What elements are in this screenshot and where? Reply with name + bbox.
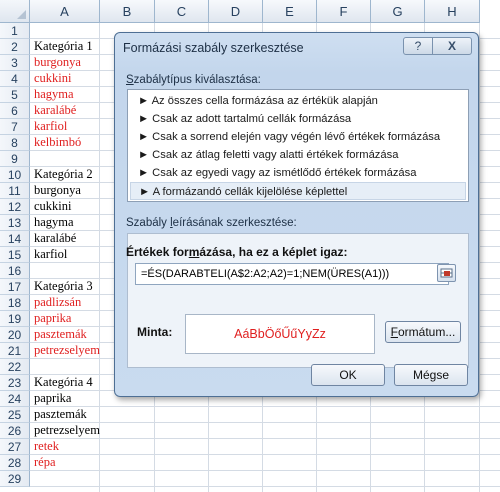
format-preview: AáBbÖőŰűYyZz <box>185 314 375 354</box>
cell-a24[interactable]: paprika <box>34 390 71 406</box>
select-all-corner[interactable] <box>0 0 30 23</box>
row-header[interactable]: 24 <box>0 391 30 407</box>
cell-a2[interactable]: Kategória 1 <box>34 38 93 54</box>
rule-type-option[interactable]: ► A formázandó cellák kijelölése képlett… <box>130 182 466 200</box>
rule-type-label: Szabálytípus kiválasztása: <box>126 74 261 86</box>
row-header[interactable]: 7 <box>0 119 30 135</box>
column-header-g[interactable]: G <box>371 0 425 23</box>
preview-label: Minta: <box>137 325 173 339</box>
cell-a26[interactable]: petrezselyem <box>34 422 100 438</box>
gridline-horizontal <box>30 470 500 471</box>
row-header[interactable]: 27 <box>0 439 30 455</box>
gridline-horizontal <box>30 486 500 487</box>
cell-a13[interactable]: hagyma <box>34 214 74 230</box>
rule-type-list[interactable]: ► Az összes cella formázása az értékük a… <box>127 89 469 202</box>
column-header-a[interactable]: A <box>30 0 100 23</box>
row-header[interactable]: 17 <box>0 279 30 295</box>
row-header[interactable]: 10 <box>0 167 30 183</box>
column-header-b[interactable]: B <box>100 0 155 23</box>
row-header[interactable]: 29 <box>0 471 30 487</box>
column-header-d[interactable]: D <box>209 0 263 23</box>
cell-a23[interactable]: Kategória 4 <box>34 374 93 390</box>
column-header-e[interactable]: E <box>263 0 317 23</box>
cell-a4[interactable]: cukkini <box>34 70 72 86</box>
cell-a28[interactable]: répa <box>34 454 56 470</box>
cell-a27[interactable]: retek <box>34 438 59 454</box>
cell-a6[interactable]: karalábé <box>34 102 76 118</box>
cell-a14[interactable]: karalábé <box>34 230 76 246</box>
row-header[interactable]: 5 <box>0 87 30 103</box>
cell-a10[interactable]: Kategória 2 <box>34 166 93 182</box>
cell-a18[interactable]: padlizsán <box>34 294 81 310</box>
row-header[interactable]: 2 <box>0 39 30 55</box>
cell-a7[interactable]: karfiol <box>34 118 67 134</box>
dialog-title: Formázási szabály szerkesztése <box>123 41 304 55</box>
formula-input[interactable]: =ÉS(DARABTELI(A$2:A2;A2)=1;NEM(ÜRES(A1))… <box>135 263 449 285</box>
row-header[interactable]: 8 <box>0 135 30 151</box>
rule-type-option[interactable]: ► Csak az adott tartalmú cellák formázás… <box>130 110 466 128</box>
row-header[interactable]: 19 <box>0 311 30 327</box>
row-header[interactable]: 4 <box>0 71 30 87</box>
rule-description-label: Szabály leírásának szerkesztése: <box>126 217 297 229</box>
row-header[interactable]: 22 <box>0 359 30 375</box>
gridline-horizontal <box>30 438 500 439</box>
gridline-horizontal <box>30 422 500 423</box>
cell-a25[interactable]: pasztemák <box>34 406 87 422</box>
cell-a17[interactable]: Kategória 3 <box>34 278 93 294</box>
rule-type-option[interactable]: ► Csak a sorrend elején vagy végén lévő … <box>130 128 466 146</box>
row-header[interactable]: 9 <box>0 151 30 167</box>
row-header[interactable]: 16 <box>0 263 30 279</box>
row-header[interactable]: 23 <box>0 375 30 391</box>
cell-a15[interactable]: karfiol <box>34 246 67 262</box>
cell-a20[interactable]: pasztemák <box>34 326 87 342</box>
rule-type-option[interactable]: ► Csak az átlag feletti vagy alatti érté… <box>130 146 466 164</box>
row-header[interactable]: 20 <box>0 327 30 343</box>
cell-a8[interactable]: kelbimbó <box>34 134 81 150</box>
row-header[interactable]: 26 <box>0 423 30 439</box>
cell-a12[interactable]: cukkini <box>34 198 72 214</box>
row-header[interactable]: 11 <box>0 183 30 199</box>
row-header[interactable]: 12 <box>0 199 30 215</box>
row-header[interactable]: 15 <box>0 247 30 263</box>
cancel-button[interactable]: Mégse <box>394 364 468 386</box>
row-header[interactable]: 21 <box>0 343 30 359</box>
row-header[interactable]: 18 <box>0 295 30 311</box>
column-header-h[interactable]: H <box>425 0 480 23</box>
ok-button[interactable]: OK <box>311 364 385 386</box>
cell-a11[interactable]: burgonya <box>34 182 81 198</box>
edit-formatting-rule-dialog: Formázási szabály szerkesztése ? X Szabá… <box>114 32 479 397</box>
cell-a21[interactable]: petrezselyem <box>34 342 100 358</box>
collapse-dialog-button[interactable] <box>437 264 456 282</box>
format-button[interactable]: Formátum... <box>385 321 461 343</box>
row-header[interactable]: 13 <box>0 215 30 231</box>
row-header[interactable]: 25 <box>0 407 30 423</box>
help-button[interactable]: ? <box>403 37 433 55</box>
gridline-horizontal <box>30 406 500 407</box>
formula-label: Értékek formázása, ha ez a képlet igaz: <box>126 245 348 259</box>
column-header-f[interactable]: F <box>317 0 371 23</box>
column-header-c[interactable]: C <box>155 0 209 23</box>
row-header[interactable]: 14 <box>0 231 30 247</box>
range-select-icon <box>440 268 453 278</box>
row-header[interactable]: 3 <box>0 55 30 71</box>
row-header[interactable]: 1 <box>0 23 30 39</box>
cell-a19[interactable]: paprika <box>34 310 71 326</box>
rule-type-option[interactable]: ► Csak az egyedi vagy az ismétlődő érték… <box>130 164 466 182</box>
row-header[interactable]: 6 <box>0 103 30 119</box>
row-header[interactable]: 28 <box>0 455 30 471</box>
close-button[interactable]: X <box>432 37 472 55</box>
rule-type-option[interactable]: ► Az összes cella formázása az értékük a… <box>130 92 466 110</box>
cell-a5[interactable]: hagyma <box>34 86 74 102</box>
cell-a3[interactable]: burgonya <box>34 54 81 70</box>
gridline-horizontal <box>30 454 500 455</box>
